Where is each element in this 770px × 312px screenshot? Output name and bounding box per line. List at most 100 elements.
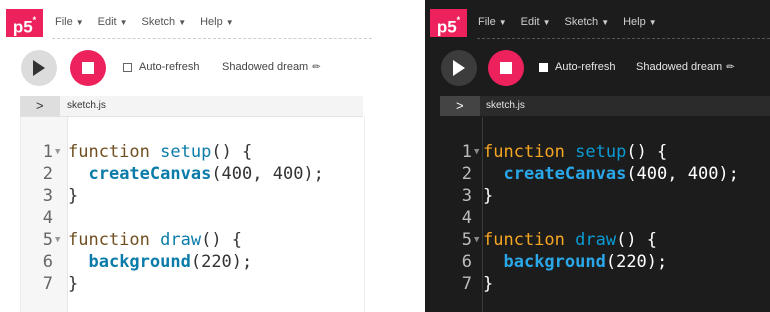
code-editor[interactable]: 1 ▼ function setup() { 2 createCanvas(400,…: [20, 117, 365, 312]
chevron-down-icon: ▼: [178, 18, 187, 27]
stop-button[interactable]: [70, 50, 106, 86]
file-name[interactable]: sketch.js: [67, 100, 106, 111]
line-number: 5: [461, 230, 472, 250]
line-number: 6: [461, 252, 472, 272]
menu-edit[interactable]: Edit ▼: [521, 16, 551, 28]
function-name: draw: [160, 230, 202, 250]
function-call: background: [88, 252, 191, 272]
p5-logo[interactable]: p5*: [6, 9, 43, 37]
keyword: function: [483, 142, 565, 162]
punctuation: () {: [211, 142, 253, 162]
line-number: 1: [42, 142, 53, 162]
play-icon: [33, 60, 45, 76]
chevron-down-icon: ▼: [648, 18, 657, 27]
line-number: 6: [42, 252, 53, 272]
code-line: 2 createCanvas(400, 400);: [440, 163, 770, 185]
code-text: }: [483, 274, 494, 294]
play-icon: [453, 60, 465, 76]
file-tab-bar: > sketch.js: [20, 96, 363, 117]
auto-refresh-checkbox[interactable]: [123, 63, 132, 72]
function-name: setup: [160, 142, 212, 162]
code-line: 3}: [440, 185, 770, 207]
menu-edit[interactable]: Edit ▼: [98, 16, 128, 28]
chevron-down-icon: ▼: [225, 18, 234, 27]
chevron-down-icon: ▼: [498, 18, 507, 27]
code-line: 5 ▼ function draw() {: [21, 229, 364, 251]
toolbar: Auto-refresh Shadowed dream ✏: [0, 46, 372, 90]
chevron-right-icon: >: [36, 98, 44, 113]
pencil-icon[interactable]: ✏: [726, 62, 734, 73]
menu-sketch[interactable]: Sketch ▼: [565, 16, 610, 28]
chevron-down-icon: ▼: [601, 18, 610, 27]
function-name: draw: [575, 230, 617, 250]
code-line: 3}: [21, 185, 364, 207]
line-number: 7: [461, 274, 472, 294]
file-tab-bar: > sketch.js: [440, 96, 770, 116]
sidebar-expand-button[interactable]: >: [20, 96, 60, 116]
code-line: 6 background(220);: [21, 251, 364, 273]
auto-refresh-checkbox[interactable]: [539, 63, 548, 72]
menu-file[interactable]: File ▼: [478, 16, 507, 28]
function-call: createCanvas: [503, 164, 627, 184]
code-line: 1 ▼ function setup() {: [440, 141, 770, 163]
punctuation: () {: [626, 142, 668, 162]
editor-panel-light: p5* File ▼ Edit ▼ Sketch ▼ Help ▼ Auto-refre…: [0, 0, 372, 312]
code-editor[interactable]: 1 ▼ function setup() { 2 createCanvas(400,…: [440, 117, 770, 312]
line-number: 3: [42, 186, 53, 206]
line-number: 1: [461, 142, 472, 162]
menu-sketch[interactable]: Sketch ▼: [142, 16, 187, 28]
line-number: 3: [461, 186, 472, 206]
menu-help[interactable]: Help ▼: [200, 16, 234, 28]
chevron-down-icon: ▼: [119, 18, 128, 27]
chevron-right-icon: >: [456, 98, 464, 113]
arguments: (220);: [605, 252, 668, 272]
code-line: 7}: [440, 273, 770, 295]
line-number: 7: [42, 274, 53, 294]
arguments: (400, 400);: [211, 164, 324, 184]
function-name: setup: [575, 142, 627, 162]
sketch-name[interactable]: Shadowed dream ✏: [222, 61, 321, 73]
fold-arrow-icon[interactable]: ▼: [474, 229, 479, 251]
code-line: 4: [440, 207, 770, 229]
punctuation: () {: [201, 230, 243, 250]
arguments: (220);: [190, 252, 253, 272]
keyword: function: [68, 142, 150, 162]
auto-refresh-label: Auto-refresh: [139, 61, 200, 73]
code-line: 1 ▼ function setup() {: [21, 141, 364, 163]
auto-refresh-label: Auto-refresh: [555, 61, 616, 73]
fold-arrow-icon[interactable]: ▼: [55, 141, 60, 163]
pencil-icon[interactable]: ✏: [312, 62, 320, 73]
stop-button[interactable]: [488, 50, 524, 86]
menu-file[interactable]: File ▼: [55, 16, 84, 28]
chevron-down-icon: ▼: [542, 18, 551, 27]
nav-divider: [477, 38, 770, 39]
nav-bar: p5* File ▼ Edit ▼ Sketch ▼ Help ▼: [425, 0, 770, 39]
code-text: }: [68, 186, 79, 206]
code-line: 4: [21, 207, 364, 229]
code-line: 7}: [21, 273, 364, 295]
code-text: }: [68, 274, 79, 294]
line-number: 4: [461, 208, 472, 228]
function-call: background: [503, 252, 606, 272]
sketch-name[interactable]: Shadowed dream ✏: [636, 61, 735, 73]
editor-panel-dark: p5* File ▼ Edit ▼ Sketch ▼ Help ▼ Auto-refre…: [425, 0, 770, 312]
code-line: 2 createCanvas(400, 400);: [21, 163, 364, 185]
play-button[interactable]: [21, 50, 57, 86]
chevron-down-icon: ▼: [75, 18, 84, 27]
code-line: 5 ▼ function draw() {: [440, 229, 770, 251]
main-menu: File ▼ Edit ▼ Sketch ▼ Help ▼: [55, 16, 248, 28]
nav-divider: [52, 38, 372, 39]
arguments: (400, 400);: [626, 164, 739, 184]
code-line: 6 background(220);: [440, 251, 770, 273]
sidebar-expand-button[interactable]: >: [440, 96, 480, 116]
line-number: 4: [42, 208, 53, 228]
fold-arrow-icon[interactable]: ▼: [474, 141, 479, 163]
keyword: function: [483, 230, 565, 250]
file-name[interactable]: sketch.js: [486, 100, 525, 111]
menu-help[interactable]: Help ▼: [623, 16, 657, 28]
play-button[interactable]: [441, 50, 477, 86]
fold-arrow-icon[interactable]: ▼: [55, 229, 60, 251]
nav-bar: p5* File ▼ Edit ▼ Sketch ▼ Help ▼: [0, 0, 372, 39]
keyword: function: [68, 230, 150, 250]
p5-logo[interactable]: p5*: [430, 9, 467, 37]
